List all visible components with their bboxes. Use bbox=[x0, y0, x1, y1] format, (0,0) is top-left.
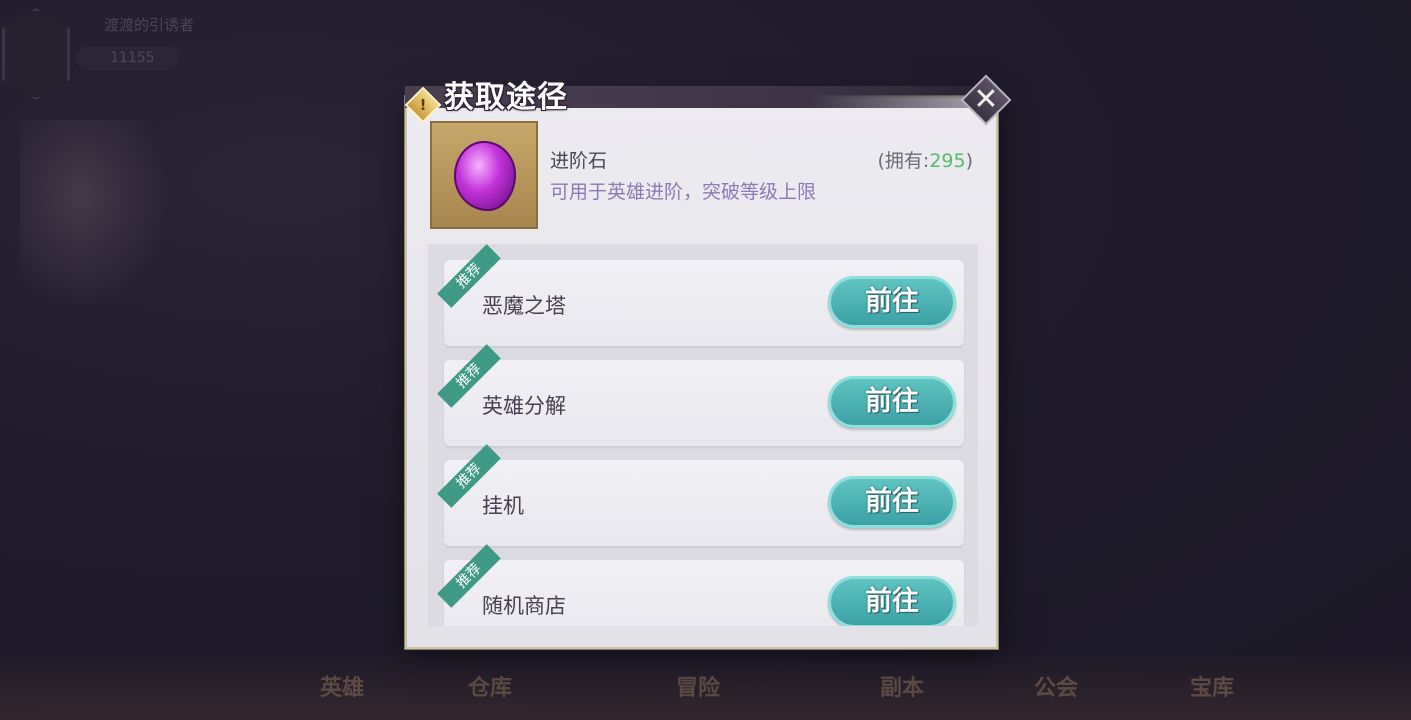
go-button[interactable]: 前往 bbox=[828, 276, 956, 328]
nav-guild: 公会 bbox=[1034, 675, 1079, 701]
source-list[interactable]: 推荐 恶魔之塔 前往 推荐 英雄分解 前往 推荐 挂机 前往 推荐 随机商店 前… bbox=[428, 244, 978, 626]
list-item: 推荐 英雄分解 前往 bbox=[437, 344, 964, 446]
source-label: 英雄分解 bbox=[482, 394, 566, 418]
item-description: 可用于英雄进阶，突破等级上限 bbox=[550, 181, 817, 203]
player-power: 11155 bbox=[76, 46, 180, 70]
source-label: 挂机 bbox=[482, 494, 524, 518]
nav-adventure: 冒险 bbox=[676, 675, 721, 701]
dialog-title: 获取途径 bbox=[444, 80, 568, 115]
player-name: 渡渡的引诱者 bbox=[104, 16, 195, 34]
source-label: 随机商店 bbox=[482, 594, 566, 618]
owned-prefix: (拥有: bbox=[877, 150, 930, 172]
background-player-info: 渡渡的引诱者 11155 bbox=[0, 0, 200, 110]
background-effect bbox=[20, 120, 170, 310]
item-icon-frame bbox=[430, 121, 538, 229]
list-item: 推荐 恶魔之塔 前往 bbox=[437, 244, 964, 346]
avatar bbox=[2, 8, 70, 100]
close-icon: ✕ bbox=[973, 82, 999, 117]
bottom-nav: 英雄 仓库 冒险 副本 公会 宝库 bbox=[0, 650, 1411, 720]
list-item: 推荐 挂机 前往 bbox=[437, 444, 964, 546]
go-button[interactable]: 前往 bbox=[828, 476, 956, 528]
warning-glyph: ! bbox=[419, 96, 427, 114]
nav-heroes: 英雄 bbox=[320, 675, 365, 701]
nav-dungeon: 副本 bbox=[880, 675, 925, 701]
owned-suffix: ) bbox=[965, 150, 973, 172]
item-name: 进阶石 bbox=[550, 150, 608, 172]
source-label: 恶魔之塔 bbox=[482, 294, 566, 318]
go-button[interactable]: 前往 bbox=[828, 576, 956, 626]
list-item: 推荐 随机商店 前往 bbox=[437, 544, 964, 626]
owned-count: 295 bbox=[929, 150, 966, 172]
item-owned: (拥有:295) bbox=[877, 146, 973, 173]
nav-storage: 仓库 bbox=[468, 675, 513, 701]
game-screen: 渡渡的引诱者 11155 英雄 仓库 冒险 副本 公会 宝库 ! 获取途径 ✕ … bbox=[0, 0, 1411, 720]
close-button[interactable]: ✕ bbox=[958, 72, 1014, 128]
nav-treasury: 宝库 bbox=[1190, 675, 1235, 701]
go-button[interactable]: 前往 bbox=[828, 376, 956, 428]
gem-icon bbox=[454, 141, 516, 211]
